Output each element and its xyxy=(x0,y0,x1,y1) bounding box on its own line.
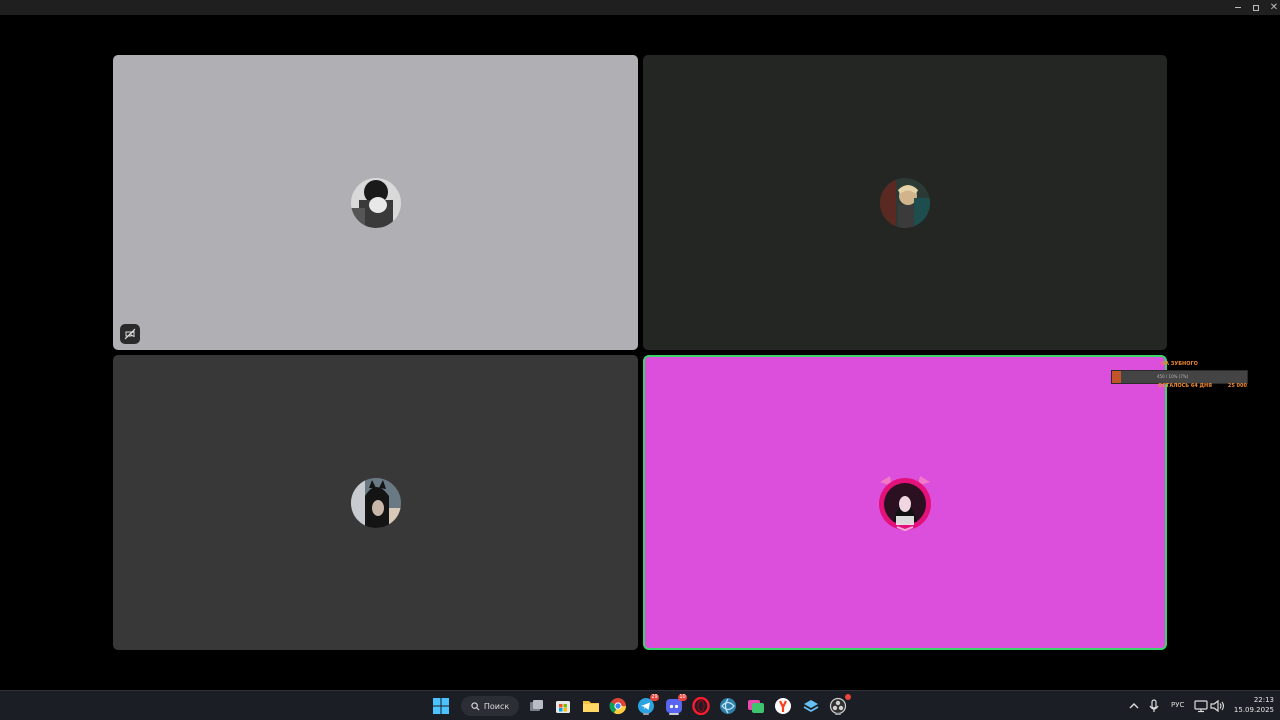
yandex-browser-icon xyxy=(775,698,791,714)
goal-progress-fill xyxy=(1112,371,1122,383)
recording-indicator xyxy=(845,694,851,700)
discord-button[interactable]: 10 xyxy=(664,694,687,716)
microsoft-store-button[interactable] xyxy=(553,696,573,716)
file-explorer-button[interactable] xyxy=(581,696,601,716)
steam-icon xyxy=(803,700,819,713)
telegram-button[interactable]: 29 xyxy=(636,694,659,716)
clock-time: 22:13 xyxy=(1253,696,1274,704)
minimize-icon xyxy=(1235,7,1241,8)
discord-badge: 10 xyxy=(678,694,687,701)
show-hidden-icons-button[interactable] xyxy=(1124,696,1144,716)
close-button[interactable]: ✕ xyxy=(1264,0,1280,15)
chat-app-button[interactable] xyxy=(746,696,766,716)
video-tile-1[interactable] xyxy=(113,55,638,350)
input-language[interactable]: РУС xyxy=(1171,701,1184,709)
task-view-button[interactable] xyxy=(526,696,546,716)
microsoft-store-icon xyxy=(556,701,570,713)
taskbar-clock[interactable]: 22:13 15.09.2025 xyxy=(1226,695,1274,715)
maximize-icon xyxy=(1253,4,1259,11)
avatar-user-3[interactable] xyxy=(350,477,401,528)
browser-icon xyxy=(720,698,736,714)
chrome-icon xyxy=(609,698,627,715)
camera-off-badge xyxy=(120,324,140,344)
search-icon xyxy=(471,701,480,710)
volume-icon xyxy=(1210,699,1225,713)
opera-button[interactable] xyxy=(691,696,711,716)
search-label: Поиск xyxy=(483,701,510,711)
running-indicator xyxy=(669,713,679,715)
running-indicator xyxy=(643,713,649,715)
goal-title: НА ЗУБНОГО xyxy=(1161,361,1198,367)
goal-remaining: ОСТАЛОСЬ 64 ДНЯ xyxy=(1158,383,1213,389)
steam-button[interactable] xyxy=(801,696,821,716)
avatar-user-2[interactable] xyxy=(880,177,930,228)
video-tile-4[interactable] xyxy=(643,355,1167,650)
microphone-icon xyxy=(1149,699,1159,712)
microphone-button[interactable] xyxy=(1144,696,1164,716)
avatar-user-4[interactable] xyxy=(876,474,934,532)
opera-icon xyxy=(692,697,710,715)
telegram-badge: 29 xyxy=(650,694,659,701)
close-icon: ✕ xyxy=(1269,1,1279,13)
task-view-icon xyxy=(530,700,543,711)
donation-goal-widget: НА ЗУБНОГО 450 / 10% (7%) ОСТАЛОСЬ 64 ДН… xyxy=(1108,360,1253,394)
window-title-bar: ✕ xyxy=(0,0,1280,15)
obs-button[interactable] xyxy=(828,694,851,716)
running-indicator xyxy=(835,713,841,715)
clock-date: 15.09.2025 xyxy=(1233,706,1274,714)
taskbar-search[interactable]: Поиск xyxy=(461,696,519,716)
windows-start-icon xyxy=(433,698,449,714)
avatar-user-1[interactable] xyxy=(350,177,401,228)
yandex-browser-button[interactable] xyxy=(773,696,793,716)
maximize-button[interactable] xyxy=(1246,0,1266,15)
chevron-up-icon xyxy=(1129,703,1139,709)
start-button[interactable] xyxy=(431,696,451,716)
video-tile-2[interactable] xyxy=(643,55,1167,350)
minimize-button[interactable] xyxy=(1228,0,1248,15)
camera-off-icon xyxy=(124,328,136,340)
chat-app-icon xyxy=(748,700,764,713)
browser-button[interactable] xyxy=(718,696,738,716)
taskbar: Поиск 29 10 РУС 22:13 15.09.2025 xyxy=(0,690,1280,720)
goal-progress-bar: 450 / 10% (7%) xyxy=(1111,370,1248,384)
chrome-button[interactable] xyxy=(608,696,628,716)
volume-button[interactable] xyxy=(1207,696,1227,716)
goal-progress-text: 450 / 10% (7%) xyxy=(1157,374,1189,379)
goal-amount: 25 000 xyxy=(1227,383,1247,389)
video-tile-3[interactable] xyxy=(113,355,638,650)
file-explorer-icon xyxy=(583,701,599,712)
